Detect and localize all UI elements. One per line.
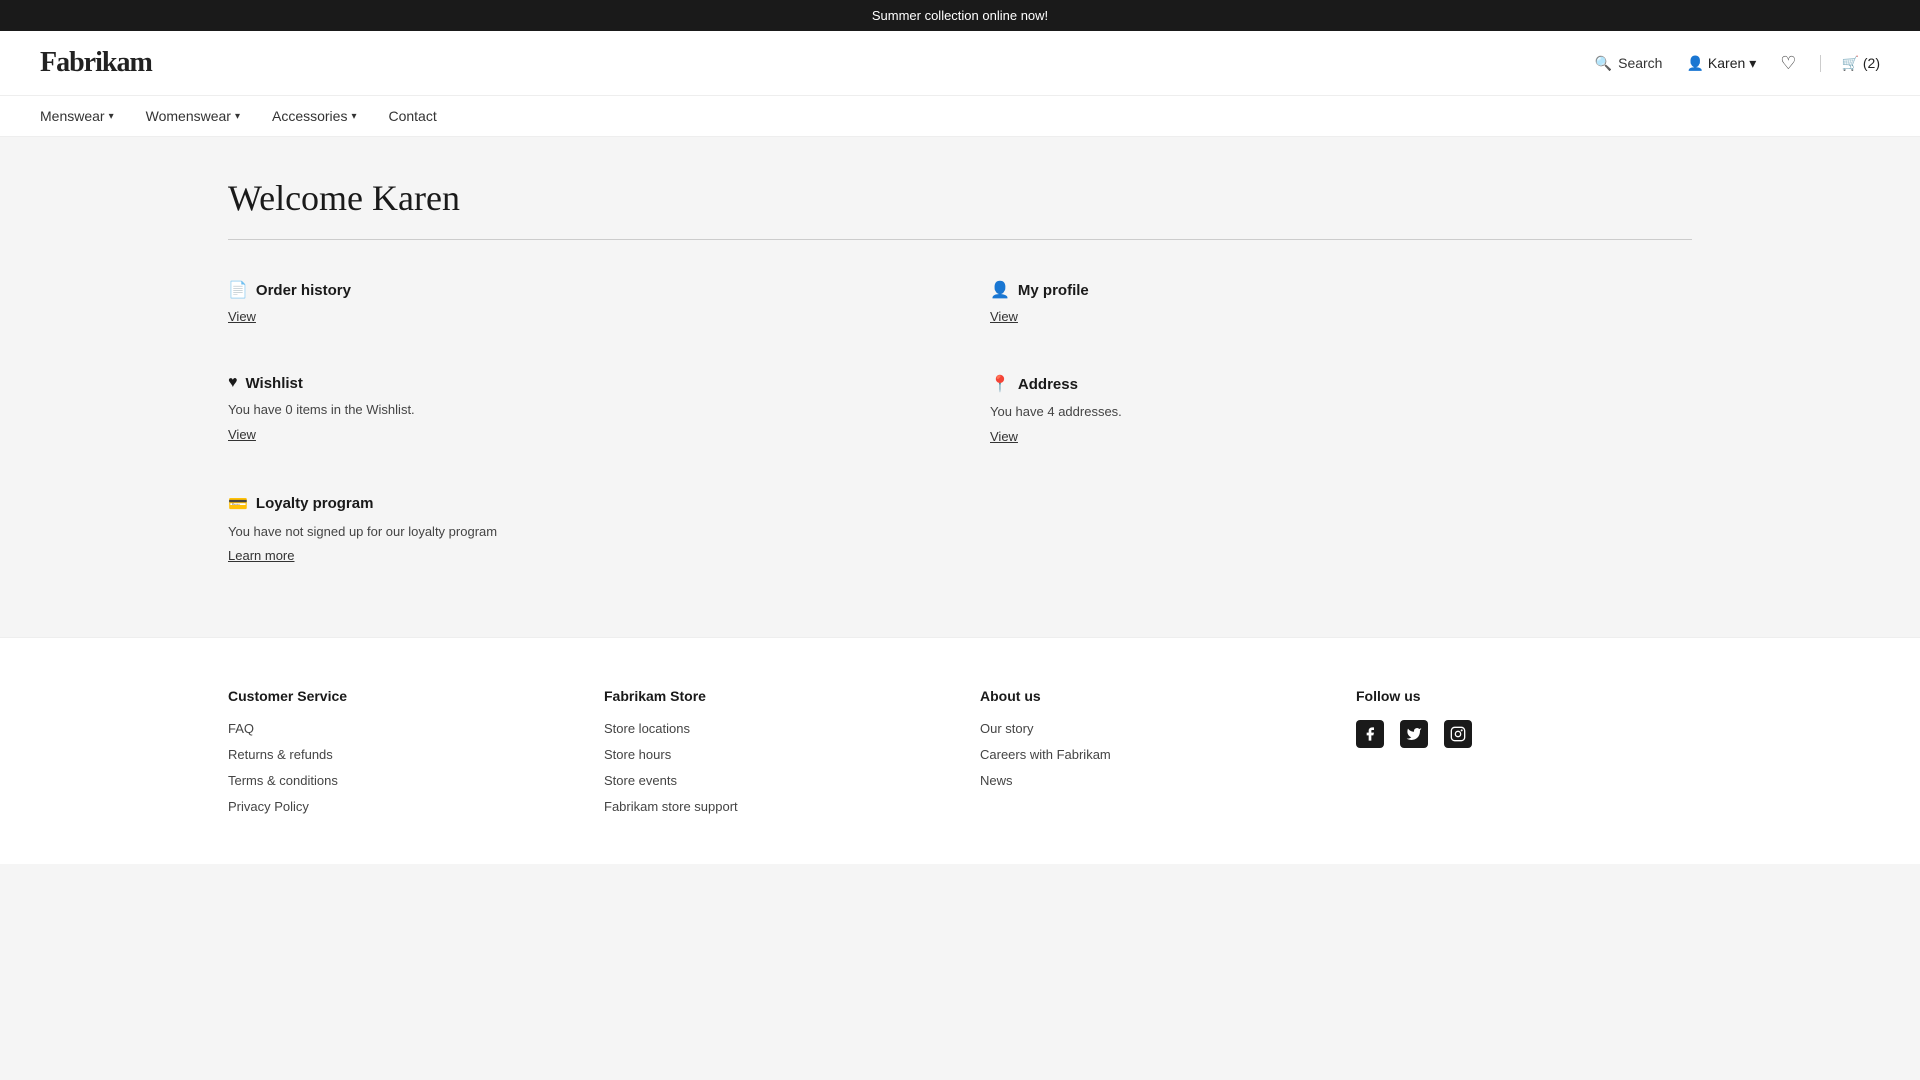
search-button[interactable]: 🔍 Search	[1595, 55, 1663, 72]
user-label: Karen	[1708, 55, 1745, 71]
address-view-link[interactable]: View	[990, 429, 1018, 444]
main-content: Welcome Karen 📄 Order history View 👤 My …	[0, 137, 1920, 637]
footer-link-store-locations[interactable]: Store locations	[604, 721, 690, 736]
wishlist-icon: ♥	[228, 374, 238, 392]
nav-item-menswear[interactable]: Menswear ▾	[40, 108, 114, 124]
nav-label-menswear: Menswear	[40, 108, 105, 124]
wishlist-label: Wishlist	[246, 375, 303, 392]
chevron-down-icon: ▾	[1749, 55, 1756, 72]
my-profile-section: 👤 My profile View	[990, 280, 1692, 324]
footer-heading-store: Fabrikam Store	[604, 688, 940, 704]
footer-heading-social: Follow us	[1356, 688, 1692, 704]
user-menu[interactable]: 👤 Karen ▾	[1686, 55, 1756, 72]
nav-label-womenswear: Womenswear	[146, 108, 231, 124]
chevron-down-icon: ▾	[351, 111, 356, 122]
nav-link-accessories[interactable]: Accessories ▾	[272, 108, 357, 124]
footer-link-store-hours[interactable]: Store hours	[604, 747, 671, 762]
address-description: You have 4 addresses.	[990, 402, 1692, 422]
account-grid: 📄 Order history View 👤 My profile View ♥…	[228, 280, 1692, 573]
social-icons	[1356, 720, 1692, 748]
nav-item-womenswear[interactable]: Womenswear ▾	[146, 108, 240, 124]
footer-link-privacy[interactable]: Privacy Policy	[228, 799, 309, 814]
chevron-down-icon: ▾	[235, 111, 240, 122]
address-icon: 📍	[990, 374, 1010, 394]
footer-link-store-events[interactable]: Store events	[604, 773, 677, 788]
cart-icon: 🛒	[1841, 55, 1858, 72]
loyalty-learn-more-link[interactable]: Learn more	[228, 548, 294, 563]
address-title: 📍 Address	[990, 374, 1692, 394]
footer-col-store: Fabrikam Store Store locations Store hou…	[604, 688, 940, 824]
footer-heading-customer-service: Customer Service	[228, 688, 564, 704]
wishlist-section: ♥ Wishlist You have 0 items in the Wishl…	[228, 374, 930, 444]
my-profile-title: 👤 My profile	[990, 280, 1692, 300]
footer-link-our-story[interactable]: Our story	[980, 721, 1033, 736]
footer-link-careers[interactable]: Careers with Fabrikam	[980, 747, 1111, 762]
order-history-title: 📄 Order history	[228, 280, 930, 300]
footer: Customer Service FAQ Returns & refunds T…	[0, 637, 1920, 864]
my-profile-label: My profile	[1018, 282, 1089, 299]
footer-link-terms[interactable]: Terms & conditions	[228, 773, 338, 788]
nav-link-contact[interactable]: Contact	[388, 108, 436, 124]
address-section: 📍 Address You have 4 addresses. View	[990, 374, 1692, 444]
logo[interactable]: Fabrikam	[40, 47, 152, 79]
heart-icon: ♡	[1780, 53, 1796, 73]
cart-button[interactable]: 🛒 (2)	[1820, 55, 1880, 72]
footer-link-news[interactable]: News	[980, 773, 1013, 788]
footer-heading-about: About us	[980, 688, 1316, 704]
footer-grid: Customer Service FAQ Returns & refunds T…	[228, 688, 1692, 824]
nav-label-contact: Contact	[388, 108, 436, 124]
page-title: Welcome Karen	[228, 177, 1692, 219]
loyalty-label: Loyalty program	[256, 495, 374, 512]
search-icon: 🔍	[1595, 55, 1612, 72]
loyalty-section: 💳 Loyalty program You have not signed up…	[228, 494, 930, 564]
footer-col-customer-service: Customer Service FAQ Returns & refunds T…	[228, 688, 564, 824]
order-history-section: 📄 Order history View	[228, 280, 930, 324]
banner-text: Summer collection online now!	[872, 8, 1048, 23]
profile-icon: 👤	[990, 280, 1010, 300]
wishlist-title: ♥ Wishlist	[228, 374, 930, 392]
user-icon: 👤	[1686, 55, 1703, 72]
nav-label-accessories: Accessories	[272, 108, 347, 124]
header-right: 🔍 Search 👤 Karen ▾ ♡ 🛒 (2)	[1595, 53, 1880, 74]
wishlist-button[interactable]: ♡	[1780, 53, 1796, 74]
footer-col-social: Follow us	[1356, 688, 1692, 824]
loyalty-title: 💳 Loyalty program	[228, 494, 930, 514]
nav-item-contact[interactable]: Contact	[388, 108, 436, 124]
twitter-icon[interactable]	[1400, 720, 1428, 748]
footer-link-returns[interactable]: Returns & refunds	[228, 747, 333, 762]
loyalty-description: You have not signed up for our loyalty p…	[228, 522, 930, 542]
facebook-icon[interactable]	[1356, 720, 1384, 748]
order-history-icon: 📄	[228, 280, 248, 300]
order-history-label: Order history	[256, 282, 351, 299]
footer-col-about: About us Our story Careers with Fabrikam…	[980, 688, 1316, 824]
main-nav: Menswear ▾ Womenswear ▾ Accessories ▾ Co…	[0, 96, 1920, 137]
address-label: Address	[1018, 376, 1078, 393]
loyalty-icon: 💳	[228, 494, 248, 514]
cart-count: (2)	[1863, 55, 1880, 71]
instagram-icon[interactable]	[1444, 720, 1472, 748]
wishlist-description: You have 0 items in the Wishlist.	[228, 400, 930, 420]
search-label: Search	[1618, 55, 1662, 71]
wishlist-view-link[interactable]: View	[228, 427, 256, 442]
nav-link-womenswear[interactable]: Womenswear ▾	[146, 108, 240, 124]
divider	[228, 239, 1692, 240]
nav-item-accessories[interactable]: Accessories ▾	[272, 108, 357, 124]
my-profile-view-link[interactable]: View	[990, 309, 1018, 324]
nav-link-menswear[interactable]: Menswear ▾	[40, 108, 114, 124]
chevron-down-icon: ▾	[109, 111, 114, 122]
order-history-view-link[interactable]: View	[228, 309, 256, 324]
top-banner: Summer collection online now!	[0, 0, 1920, 31]
footer-link-store-support[interactable]: Fabrikam store support	[604, 799, 738, 814]
header: Fabrikam 🔍 Search 👤 Karen ▾ ♡ 🛒 (2)	[0, 31, 1920, 96]
footer-link-faq[interactable]: FAQ	[228, 721, 254, 736]
